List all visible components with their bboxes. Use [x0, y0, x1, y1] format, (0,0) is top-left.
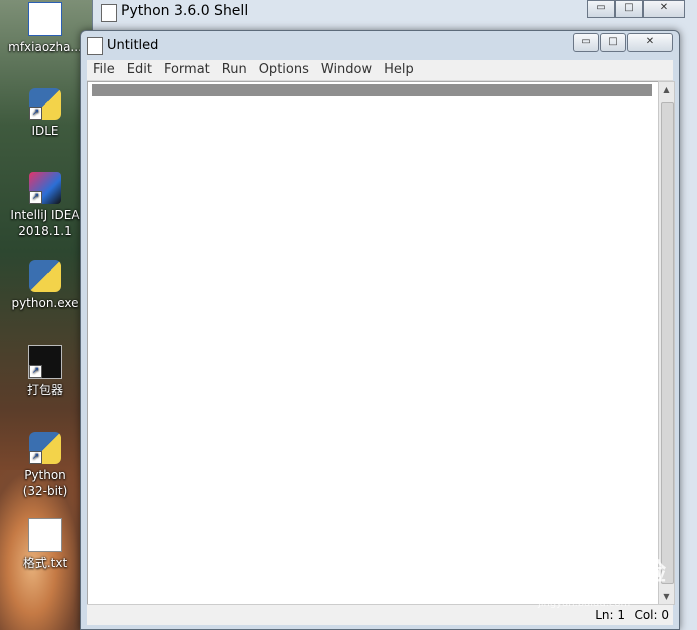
menu-run[interactable]: Run: [216, 60, 253, 80]
desktop-icon-label: python.exe: [11, 296, 79, 310]
desktop-icon-packager[interactable]: ↗ 打包器: [6, 345, 84, 398]
shell-close-button[interactable]: ✕: [643, 0, 685, 18]
desktop-icon-label: 打包器: [26, 383, 63, 397]
python-idle-icon: ↗: [29, 88, 61, 120]
python-icon: [29, 260, 61, 292]
python-file-icon: [101, 4, 117, 22]
desktop-icon-label: Python: [24, 468, 66, 482]
close-button[interactable]: ✕: [627, 33, 673, 52]
menu-window[interactable]: Window: [315, 60, 378, 80]
desktop-icons: mfxiaozha... ↗ IDLE ↗ IntelliJ IDEA 2018…: [0, 0, 90, 630]
text-file-icon: [28, 518, 62, 552]
status-line: Ln: 1: [595, 608, 625, 622]
word-doc-icon: [28, 2, 62, 36]
desktop-icon-word-doc[interactable]: mfxiaozha...: [6, 2, 84, 55]
baidu-watermark-url: jingyan.baidu.com: [538, 598, 631, 609]
shell-minimize-button[interactable]: ▭: [587, 0, 615, 18]
shortcut-arrow-icon: ↗: [29, 191, 42, 204]
vertical-scrollbar[interactable]: ▲ ▼: [658, 81, 675, 605]
desktop-icon-label-2: 2018.1.1: [18, 224, 72, 238]
menu-help[interactable]: Help: [378, 60, 420, 80]
shell-window-title: Python 3.6.0 Shell: [121, 3, 249, 19]
desktop-icon-idle[interactable]: ↗ IDLE: [6, 88, 84, 139]
status-column: Col: 0: [634, 608, 669, 622]
minimize-button[interactable]: ▭: [573, 33, 599, 52]
code-editor-area[interactable]: [87, 81, 659, 605]
menu-bar: File Edit Format Run Options Window Help: [87, 60, 673, 81]
shell-maximize-button[interactable]: □: [615, 0, 643, 18]
menu-edit[interactable]: Edit: [121, 60, 158, 80]
desktop-icon-format-txt[interactable]: 格式.txt: [6, 518, 84, 571]
shortcut-arrow-icon: ↗: [29, 365, 42, 378]
idle-editor-window[interactable]: Untitled ▭ □ ✕ File Edit Format Run Options W…: [80, 30, 680, 630]
shortcut-arrow-icon: ↗: [29, 451, 42, 464]
desktop-icon-label: 格式.txt: [22, 556, 68, 570]
intellij-icon: ↗: [29, 172, 61, 204]
editor-window-title: Untitled: [107, 38, 159, 53]
baidu-watermark: Baidu经验: [535, 558, 667, 586]
scroll-down-icon[interactable]: ▼: [660, 590, 673, 603]
shortcut-arrow-icon: ↗: [29, 107, 42, 120]
cmd-icon: ↗: [28, 345, 62, 379]
maximize-button[interactable]: □: [600, 33, 626, 52]
menu-format[interactable]: Format: [158, 60, 216, 80]
desktop-icon-label-2: (32-bit): [22, 484, 68, 498]
desktop-icon-label: IDLE: [31, 124, 59, 138]
scroll-up-icon[interactable]: ▲: [660, 83, 673, 96]
python-icon: ↗: [29, 432, 61, 464]
current-line-highlight: [92, 84, 652, 96]
menu-file[interactable]: File: [87, 60, 121, 80]
desktop-icon-python-exe[interactable]: python.exe: [6, 260, 84, 311]
desktop-icon-label: mfxiaozha...: [8, 40, 82, 54]
python-file-icon: [87, 37, 103, 55]
scrollbar-thumb[interactable]: [661, 102, 674, 584]
desktop-icon-intellij[interactable]: ↗ IntelliJ IDEA 2018.1.1: [6, 172, 84, 239]
desktop-icon-python-32bit[interactable]: ↗ Python (32-bit): [6, 432, 84, 499]
menu-options[interactable]: Options: [253, 60, 315, 80]
desktop-icon-label: IntelliJ IDEA: [10, 208, 80, 222]
